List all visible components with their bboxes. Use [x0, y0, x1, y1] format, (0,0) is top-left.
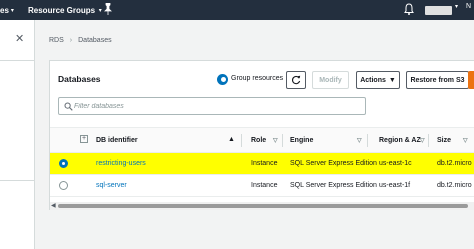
size-cell: db.t2.micro	[437, 182, 472, 189]
refresh-button[interactable]	[286, 71, 306, 89]
region-cell: us-east-1c	[379, 160, 412, 167]
breadcrumb-databases: Databases	[78, 37, 112, 44]
db-identifier-link[interactable]: sql-server	[96, 182, 127, 189]
role-cell: Instance	[251, 182, 278, 189]
filter-icon[interactable]: ▽	[420, 137, 425, 144]
refresh-icon	[291, 75, 301, 85]
panel-title: Databases	[58, 74, 101, 84]
caret-down-icon[interactable]: ▾	[455, 3, 458, 10]
column-divider	[428, 134, 429, 147]
engine-cell: SQL Server Express Edition	[290, 160, 377, 167]
group-resources-label: Group resources	[231, 75, 284, 82]
divider	[0, 60, 34, 61]
search-icon	[64, 102, 73, 111]
breadcrumb-rds[interactable]: RDS	[49, 37, 64, 44]
column-role[interactable]: Role	[251, 137, 266, 144]
region-menu-label[interactable]: N	[466, 3, 471, 10]
filter-icon[interactable]: ▽	[273, 137, 278, 144]
resource-groups-label: Resource Groups	[28, 5, 96, 15]
role-cell: Instance	[251, 160, 278, 167]
breadcrumb: RDS › Databases	[49, 37, 112, 44]
engine-cell: SQL Server Express Edition	[290, 182, 377, 189]
sort-asc-icon[interactable]: ▲	[228, 136, 235, 143]
side-panel: ✕	[0, 20, 35, 249]
services-label: es	[0, 5, 9, 15]
region-cell: us-east-1f	[379, 182, 411, 189]
radio-icon[interactable]	[59, 159, 68, 168]
column-size[interactable]: Size	[437, 137, 451, 144]
radio-icon[interactable]	[59, 181, 68, 190]
databases-panel: Databases Group resources Modify Actions…	[49, 60, 474, 210]
filter-icon[interactable]: ▽	[463, 137, 468, 144]
modify-button[interactable]: Modify	[312, 71, 349, 89]
caret-down-icon: ▾	[97, 7, 102, 14]
scrollbar-thumb[interactable]	[58, 204, 468, 208]
actions-button[interactable]: Actions ▼	[356, 71, 400, 89]
column-divider	[367, 134, 368, 147]
chevron-right-icon: ›	[69, 37, 73, 44]
column-region-az[interactable]: Region & AZ	[379, 137, 421, 144]
restore-from-s3-button[interactable]: Restore from S3	[406, 71, 469, 89]
table-row[interactable]: restricting-users Instance SQL Server Ex…	[50, 153, 474, 175]
table-row[interactable]: sql-server Instance SQL Server Express E…	[50, 175, 474, 197]
column-divider	[282, 134, 283, 147]
column-divider	[241, 134, 242, 147]
group-resources-toggle[interactable]	[217, 74, 228, 85]
filter-databases-field[interactable]	[58, 97, 366, 115]
caret-down-icon: ▾	[10, 7, 14, 14]
horizontal-scrollbar[interactable]: ◀	[50, 202, 474, 210]
actions-label: Actions	[360, 76, 386, 84]
column-db-identifier[interactable]: DB identifier	[96, 137, 138, 144]
bell-icon[interactable]	[404, 3, 414, 15]
db-identifier-link[interactable]: restricting-users	[96, 160, 146, 167]
close-icon[interactable]: ✕	[15, 32, 24, 45]
table-header: + DB identifier ▲ Role ▽ Engine ▽ Region…	[50, 127, 474, 153]
column-engine[interactable]: Engine	[290, 137, 313, 144]
scroll-left-icon[interactable]: ◀	[51, 202, 56, 209]
filter-databases-input[interactable]	[74, 100, 354, 112]
divider	[0, 180, 34, 181]
size-cell: db.t2.micro	[437, 160, 472, 167]
services-menu[interactable]: es ▾	[0, 0, 14, 20]
expand-icon[interactable]: +	[80, 135, 88, 143]
resource-groups-menu[interactable]: Resource Groups ▾	[28, 0, 102, 20]
filter-icon[interactable]: ▽	[357, 137, 362, 144]
create-database-button[interactable]	[468, 71, 474, 89]
caret-down-icon: ▼	[388, 76, 396, 84]
pin-icon[interactable]	[104, 3, 112, 15]
top-navigation: es ▾ Resource Groups ▾ ▾ N	[0, 0, 474, 20]
account-name-redacted[interactable]	[425, 6, 452, 15]
